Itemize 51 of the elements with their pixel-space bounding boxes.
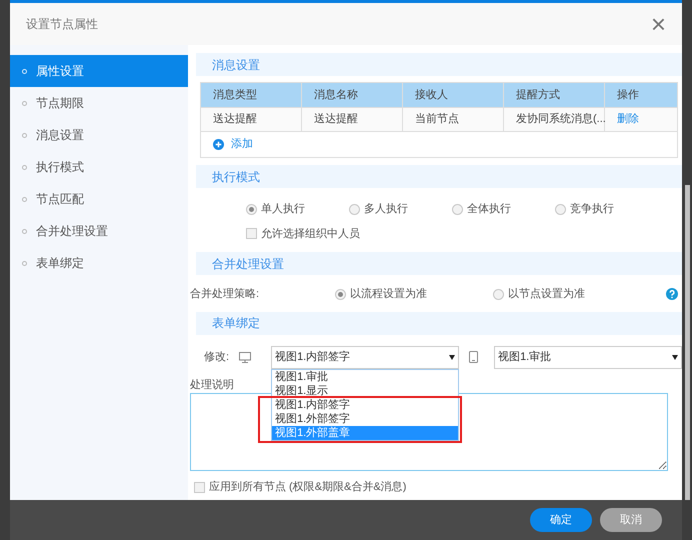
radio-button[interactable] [555,204,566,215]
modify-label: 修改: [204,350,230,365]
section-header: 合并处理设置 [196,252,682,275]
caret-icon [672,354,678,360]
radio-label: 全体执行 [467,202,511,217]
radio-button[interactable] [493,288,504,300]
table-cell: 送达提醒 [302,108,403,131]
close-button[interactable]: × [650,11,666,37]
table-cell: 发协同系统消息(... [504,108,605,131]
sidebar-item[interactable]: 节点期限 [10,87,188,119]
radio-button[interactable] [335,288,346,300]
radio-button[interactable] [452,204,463,215]
section-header: 表单绑定 [196,312,682,334]
dialog-title: 设置节点属性 [26,16,98,33]
caret-icon [449,354,456,360]
delete-link[interactable]: 删除 [605,108,673,131]
radio-label: 多人执行 [364,202,408,217]
mobile-view-select[interactable]: 视图1.审批 [494,346,682,368]
dropdown-option[interactable]: 视图1.显示 [272,384,458,398]
dropdown-option[interactable]: 视图1.外部签字 [272,412,458,426]
checkbox-label: 应用到所有节点 (权限&期限&合并&消息) [209,480,406,495]
strategy-label: 合并处理策略: [190,286,260,302]
checkbox-label: 允许选择组织中人员 [261,226,360,242]
note-label: 处理说明 [190,378,234,392]
checkbox[interactable] [246,228,257,240]
dropdown-option[interactable]: 视图1.审批 [272,370,458,384]
radio-button[interactable] [349,204,360,215]
radio-label: 竞争执行 [570,202,614,217]
radio-label: 以流程设置为准 [350,286,427,302]
radio-label: 单人执行 [261,202,305,217]
section-header: 消息设置 [196,53,682,76]
sidebar-item[interactable]: 执行模式 [10,151,188,183]
table-cell: 当前节点 [403,108,504,131]
sidebar-item[interactable]: 消息设置 [10,119,188,151]
radio-button[interactable] [246,204,257,215]
table-cell: 送达提醒 [201,108,302,131]
sidebar-item[interactable]: 节点匹配 [10,183,188,215]
add-button[interactable]: 添加 [213,136,253,153]
sidebar-item[interactable]: 属性设置 [10,55,188,87]
checkbox[interactable] [194,482,205,493]
section-header: 执行模式 [196,165,682,188]
help-icon [666,288,678,300]
ok-button[interactable]: 确定 [530,508,592,532]
sidebar-item[interactable]: 合并处理设置 [10,215,188,247]
column-header: 操作 [616,88,640,103]
dropdown-option[interactable]: 视图1.内部签字 [272,398,458,412]
sidebar-item[interactable]: 表单绑定 [10,247,188,279]
monitor-icon [239,352,252,362]
plus-icon [213,139,224,150]
radio-label: 以节点设置为准 [508,286,585,302]
phone-icon [469,351,478,363]
